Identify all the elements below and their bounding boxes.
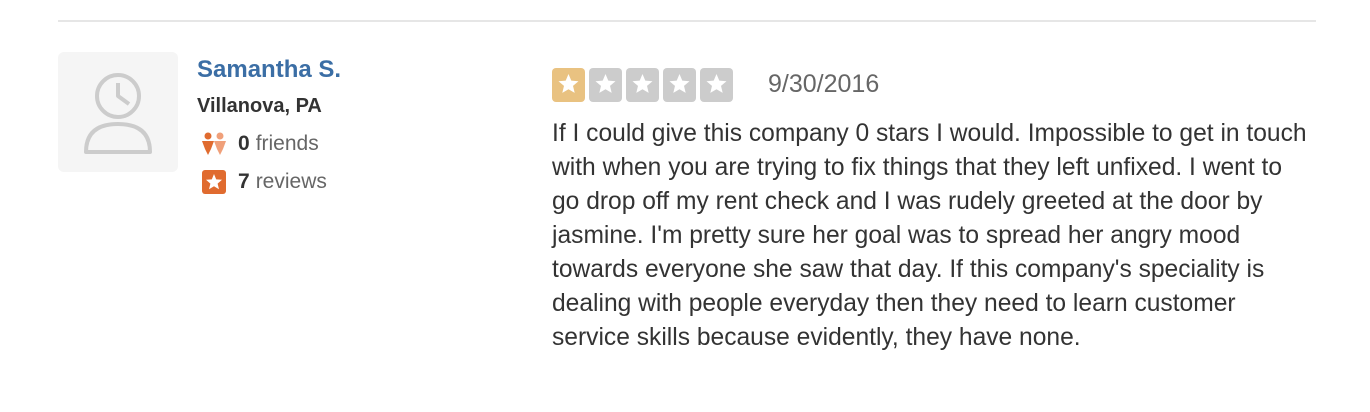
user-avatar[interactable] [58, 52, 178, 172]
star-empty-icon [663, 68, 696, 102]
friends-label: friends [255, 132, 319, 155]
review-text: If I could give this company 0 stars I w… [552, 120, 1307, 351]
review-star-icon [199, 169, 229, 195]
friends-icon [199, 131, 229, 157]
star-empty-icon [626, 68, 659, 102]
star-rating [552, 68, 733, 102]
reviews-label: reviews [255, 170, 327, 193]
star-filled-icon [552, 68, 585, 102]
reviews-count: 7 [238, 170, 250, 193]
star-empty-icon [589, 68, 622, 102]
default-user-avatar-icon [84, 73, 152, 154]
review-date: 9/30/2016 [768, 70, 880, 98]
section-divider [58, 20, 1316, 22]
user-location: Villanova, PA [197, 95, 322, 117]
reviews-stat[interactable]: 7 reviews [199, 169, 327, 195]
user-name-link[interactable]: Samantha S. [197, 56, 341, 84]
star-empty-icon [700, 68, 733, 102]
friends-count: 0 [238, 132, 250, 155]
friends-stat[interactable]: 0 friends [199, 131, 319, 157]
